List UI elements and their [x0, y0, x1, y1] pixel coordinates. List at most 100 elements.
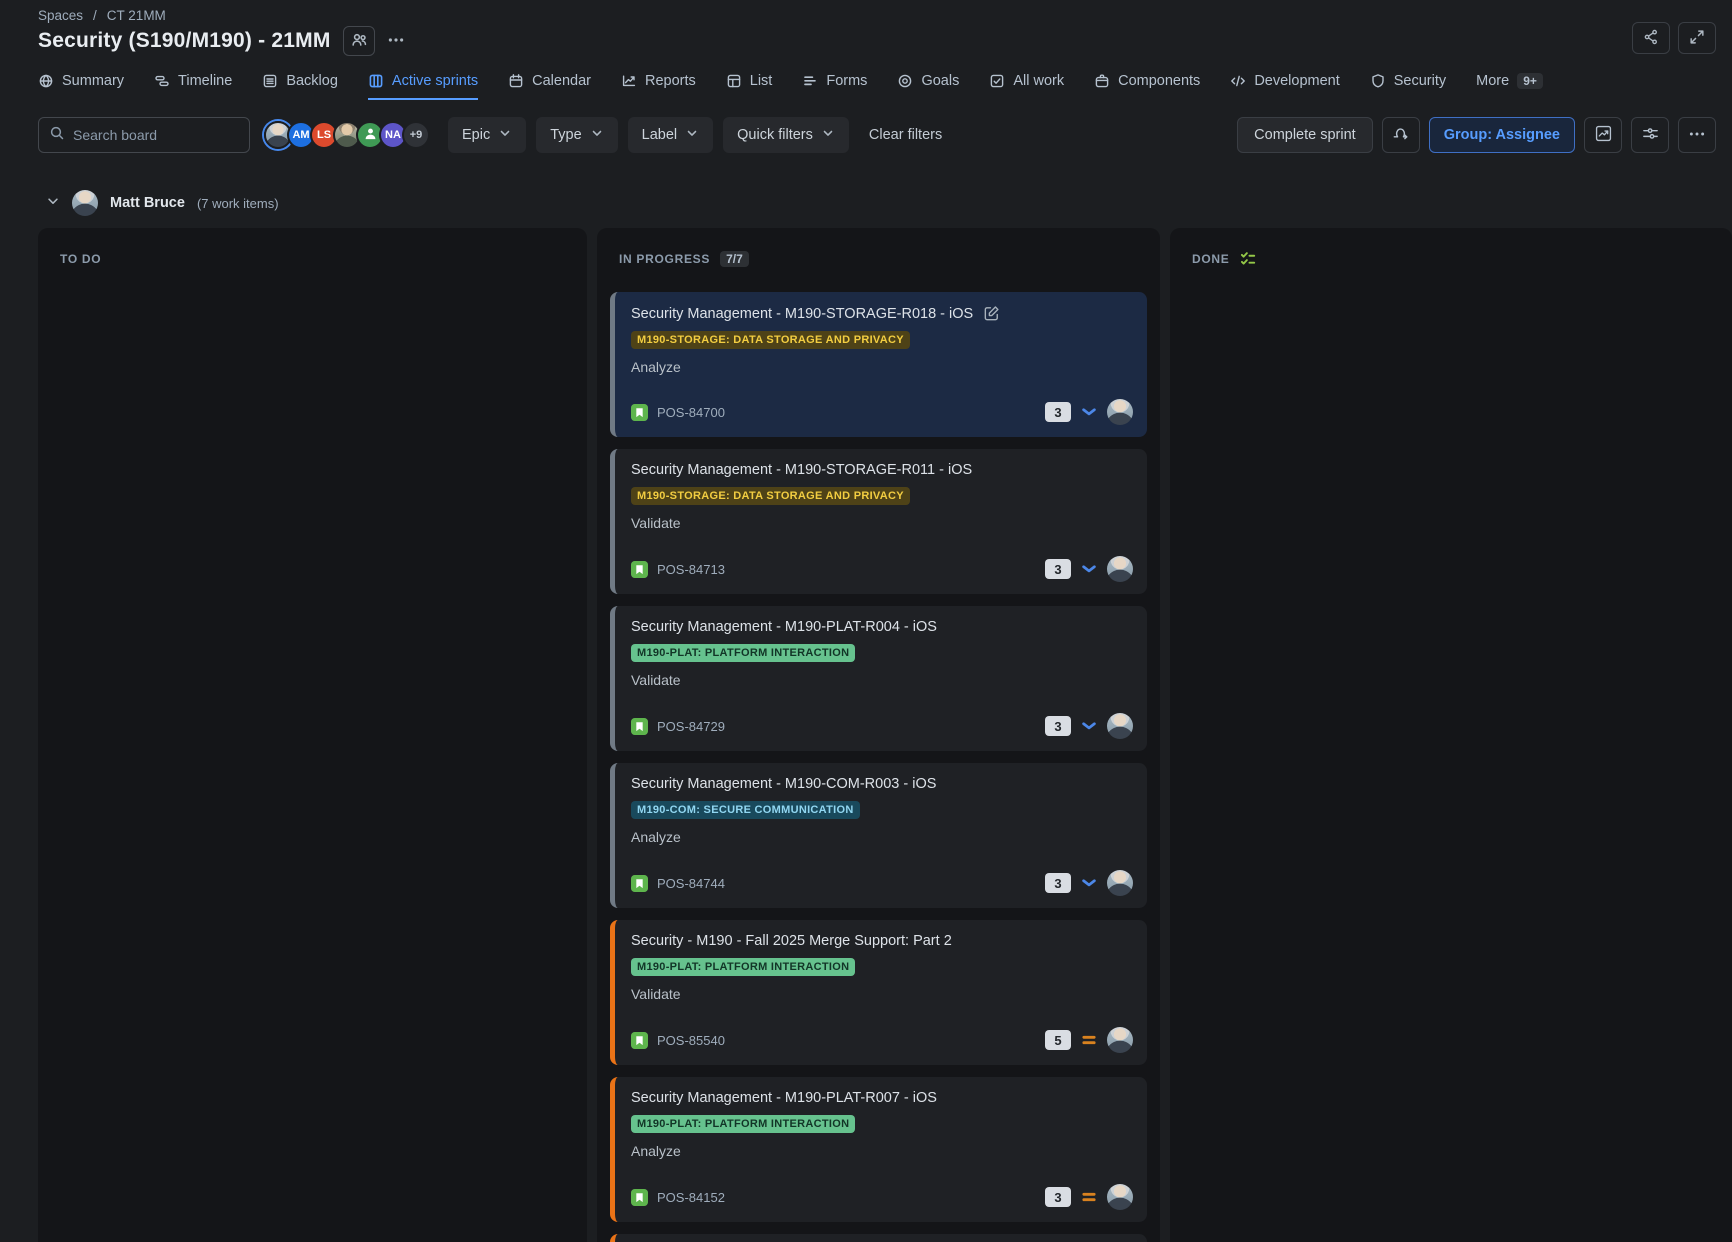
- expand-button[interactable]: [1678, 22, 1716, 54]
- tab-summary[interactable]: Summary: [38, 64, 124, 100]
- backlog-icon: [262, 73, 278, 89]
- avatar-overflow[interactable]: +9: [402, 121, 430, 149]
- tab-forms[interactable]: Forms: [802, 64, 867, 100]
- board-card-partial[interactable]: [610, 1234, 1147, 1242]
- story-icon: [631, 1189, 648, 1206]
- card-pos-84729[interactable]: Security Management - M190-PLAT-R004 - i…: [610, 606, 1147, 751]
- tab-label: Timeline: [178, 73, 232, 89]
- assignee-avatar[interactable]: [1107, 1184, 1133, 1210]
- swimlane-avatar: [72, 190, 98, 216]
- assignee-avatar[interactable]: [1107, 556, 1133, 582]
- complete-sprint-button[interactable]: Complete sprint: [1237, 117, 1373, 153]
- timeline-icon: [154, 73, 170, 89]
- card-title: Security Management - M190-PLAT-R004 - i…: [631, 619, 937, 635]
- header-more-button[interactable]: [387, 31, 405, 52]
- view-settings-button[interactable]: [1631, 117, 1669, 153]
- assignee-avatar[interactable]: [1107, 870, 1133, 896]
- chevron-down-icon: [685, 126, 699, 144]
- clear-filters-button[interactable]: Clear filters: [869, 127, 942, 143]
- card-label-badge: M190-STORAGE: DATA STORAGE AND PRIVACY: [631, 487, 910, 505]
- card-pos-85540[interactable]: Security - M190 - Fall 2025 Merge Suppor…: [610, 920, 1147, 1065]
- security-icon: [1370, 73, 1386, 89]
- estimate-badge: 3: [1045, 559, 1071, 579]
- more-horizontal-icon: [1688, 125, 1706, 146]
- board-page: Spaces / CT 21MM Security (S190/M190) - …: [0, 0, 1732, 1242]
- column-count-badge: 7/7: [720, 251, 749, 267]
- board-more-button[interactable]: [1678, 117, 1716, 153]
- assignee-avatar[interactable]: [1107, 399, 1133, 425]
- search-board-field[interactable]: [38, 117, 250, 153]
- chevron-down-icon: [498, 126, 512, 144]
- estimate-badge: 5: [1045, 1030, 1071, 1050]
- column-title: IN PROGRESS: [619, 252, 710, 266]
- card-pos-84713[interactable]: Security Management - M190-STORAGE-R011 …: [610, 449, 1147, 594]
- tab-security[interactable]: Security: [1370, 64, 1446, 100]
- story-icon: [631, 718, 648, 735]
- expand-icon: [1688, 28, 1706, 49]
- type-dropdown[interactable]: Type: [536, 117, 617, 153]
- tab-development[interactable]: Development: [1230, 64, 1339, 100]
- card-status: Validate: [631, 672, 1133, 688]
- breadcrumb-separator: /: [93, 8, 97, 23]
- tab-label: More: [1476, 73, 1509, 89]
- assignee-avatar[interactable]: [1107, 713, 1133, 739]
- breadcrumb-spaces[interactable]: Spaces: [38, 8, 83, 23]
- forms-icon: [802, 73, 818, 89]
- loop-button[interactable]: [1382, 117, 1420, 153]
- card-pos-84744[interactable]: Security Management - M190-COM-R003 - iO…: [610, 763, 1147, 908]
- tab-more[interactable]: More9+: [1476, 64, 1543, 100]
- search-input[interactable]: [73, 127, 223, 143]
- checklist-icon: [1239, 250, 1257, 268]
- story-icon: [631, 404, 648, 421]
- label-dropdown[interactable]: Label: [628, 117, 713, 153]
- swimlane-name: Matt Bruce: [110, 195, 185, 211]
- priority-low-icon: [1080, 874, 1098, 892]
- card-key: POS-85540: [657, 1033, 725, 1048]
- assignee-avatar[interactable]: [1107, 1027, 1133, 1053]
- priority-low-icon: [1080, 560, 1098, 578]
- share-button[interactable]: [1632, 22, 1670, 54]
- filter-dropdowns: Epic Type Label Quick filters: [448, 117, 849, 153]
- tab-label: Development: [1254, 73, 1339, 89]
- quick-filters-dropdown[interactable]: Quick filters: [723, 117, 849, 153]
- components-icon: [1094, 73, 1110, 89]
- card-key: POS-84700: [657, 405, 725, 420]
- board-people-button[interactable]: [343, 26, 375, 56]
- card-label-badge: M190-PLAT: PLATFORM INTERACTION: [631, 958, 855, 976]
- search-icon: [49, 125, 65, 146]
- tab-backlog[interactable]: Backlog: [262, 64, 338, 100]
- tab-all-work[interactable]: All work: [989, 64, 1064, 100]
- tab-label: Reports: [645, 73, 696, 89]
- card-pos-84152[interactable]: Security Management - M190-PLAT-R007 - i…: [610, 1077, 1147, 1222]
- tab-label: Summary: [62, 73, 124, 89]
- breadcrumb-project[interactable]: CT 21MM: [107, 8, 166, 23]
- tab-active-sprints[interactable]: Active sprints: [368, 64, 478, 100]
- swimlane-header[interactable]: Matt Bruce (7 work items): [46, 190, 279, 216]
- board-columns: TO DOIN PROGRESS7/7Security Management -…: [0, 228, 1732, 1242]
- chevron-down-icon[interactable]: [46, 194, 60, 213]
- tab-reports[interactable]: Reports: [621, 64, 696, 100]
- tab-label: Goals: [921, 73, 959, 89]
- epic-dropdown[interactable]: Epic: [448, 117, 526, 153]
- tab-goals[interactable]: Goals: [897, 64, 959, 100]
- card-status: Validate: [631, 515, 1133, 531]
- breadcrumb: Spaces / CT 21MM: [38, 8, 166, 23]
- insights-button[interactable]: [1584, 117, 1622, 153]
- story-icon: [631, 1032, 648, 1049]
- card-title: Security Management - M190-STORAGE-R018 …: [631, 306, 973, 322]
- tab-label: Calendar: [532, 73, 591, 89]
- card-label-badge: M190-COM: SECURE COMMUNICATION: [631, 801, 860, 819]
- card-key: POS-84152: [657, 1190, 725, 1205]
- edit-summary-icon[interactable]: [983, 305, 1000, 322]
- card-label-badge: M190-PLAT: PLATFORM INTERACTION: [631, 644, 855, 662]
- calendar-icon: [508, 73, 524, 89]
- tab-calendar[interactable]: Calendar: [508, 64, 591, 100]
- dropdown-label: Type: [550, 127, 581, 143]
- column-title: DONE: [1192, 252, 1229, 266]
- group-by-assignee-button[interactable]: Group: Assignee: [1429, 117, 1575, 153]
- tab-timeline[interactable]: Timeline: [154, 64, 232, 100]
- tab-list[interactable]: List: [726, 64, 773, 100]
- tab-components[interactable]: Components: [1094, 64, 1200, 100]
- priority-low-icon: [1080, 403, 1098, 421]
- card-pos-84700[interactable]: Security Management - M190-STORAGE-R018 …: [610, 292, 1147, 437]
